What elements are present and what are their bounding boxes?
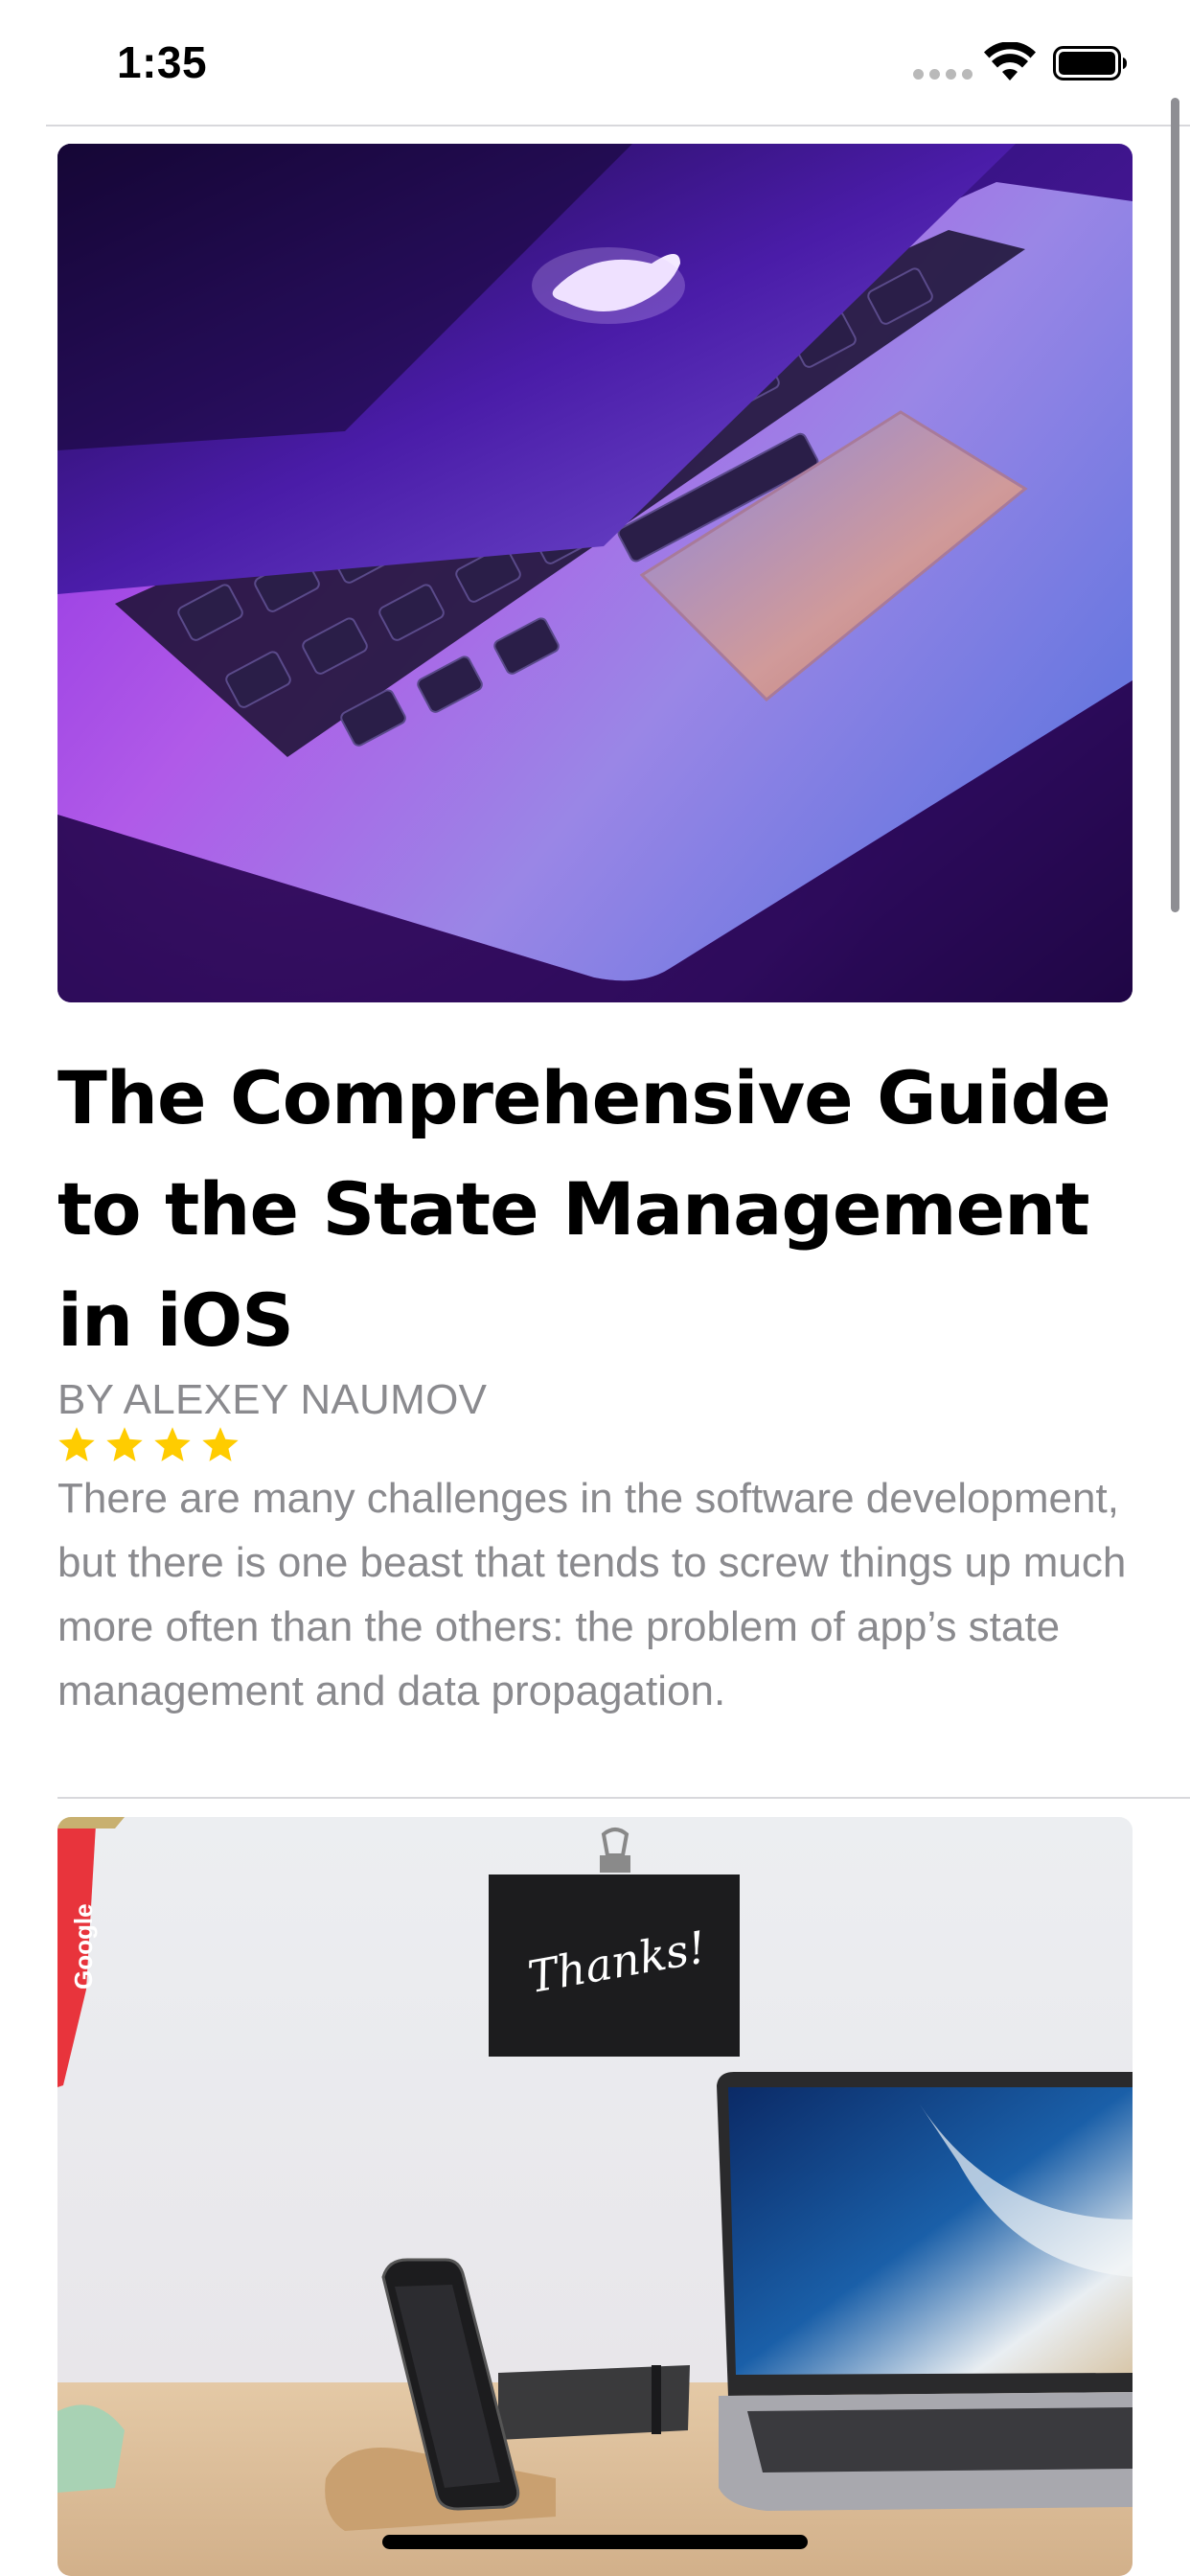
article-image-desk[interactable]: Google Thanks!: [57, 1817, 1133, 2576]
top-divider: [46, 125, 1190, 126]
cell-divider: [57, 1797, 1190, 1799]
rating-stars: [56, 1424, 241, 1466]
star-icon: [154, 1427, 191, 1461]
wifi-icon: [984, 42, 1036, 80]
lanyard-label: Google: [69, 1903, 98, 1990]
star-icon: [58, 1427, 95, 1461]
status-bar: 1:35: [0, 0, 1190, 126]
article-author: BY ALEXEY NAUMOV: [57, 1376, 488, 1423]
article-title[interactable]: The Comprehensive Guide to the State Man…: [57, 1043, 1150, 1376]
signal-dots-icon: [913, 69, 973, 80]
article-image-laptop[interactable]: [57, 144, 1133, 1002]
scroll-indicator[interactable]: [1171, 98, 1179, 912]
star-icon: [106, 1427, 143, 1461]
star-icon: [202, 1427, 239, 1461]
home-indicator[interactable]: [382, 2535, 808, 2549]
article-summary: There are many challenges in the softwar…: [57, 1475, 1127, 1714]
status-time: 1:35: [117, 37, 208, 87]
battery-icon: [1053, 46, 1127, 80]
